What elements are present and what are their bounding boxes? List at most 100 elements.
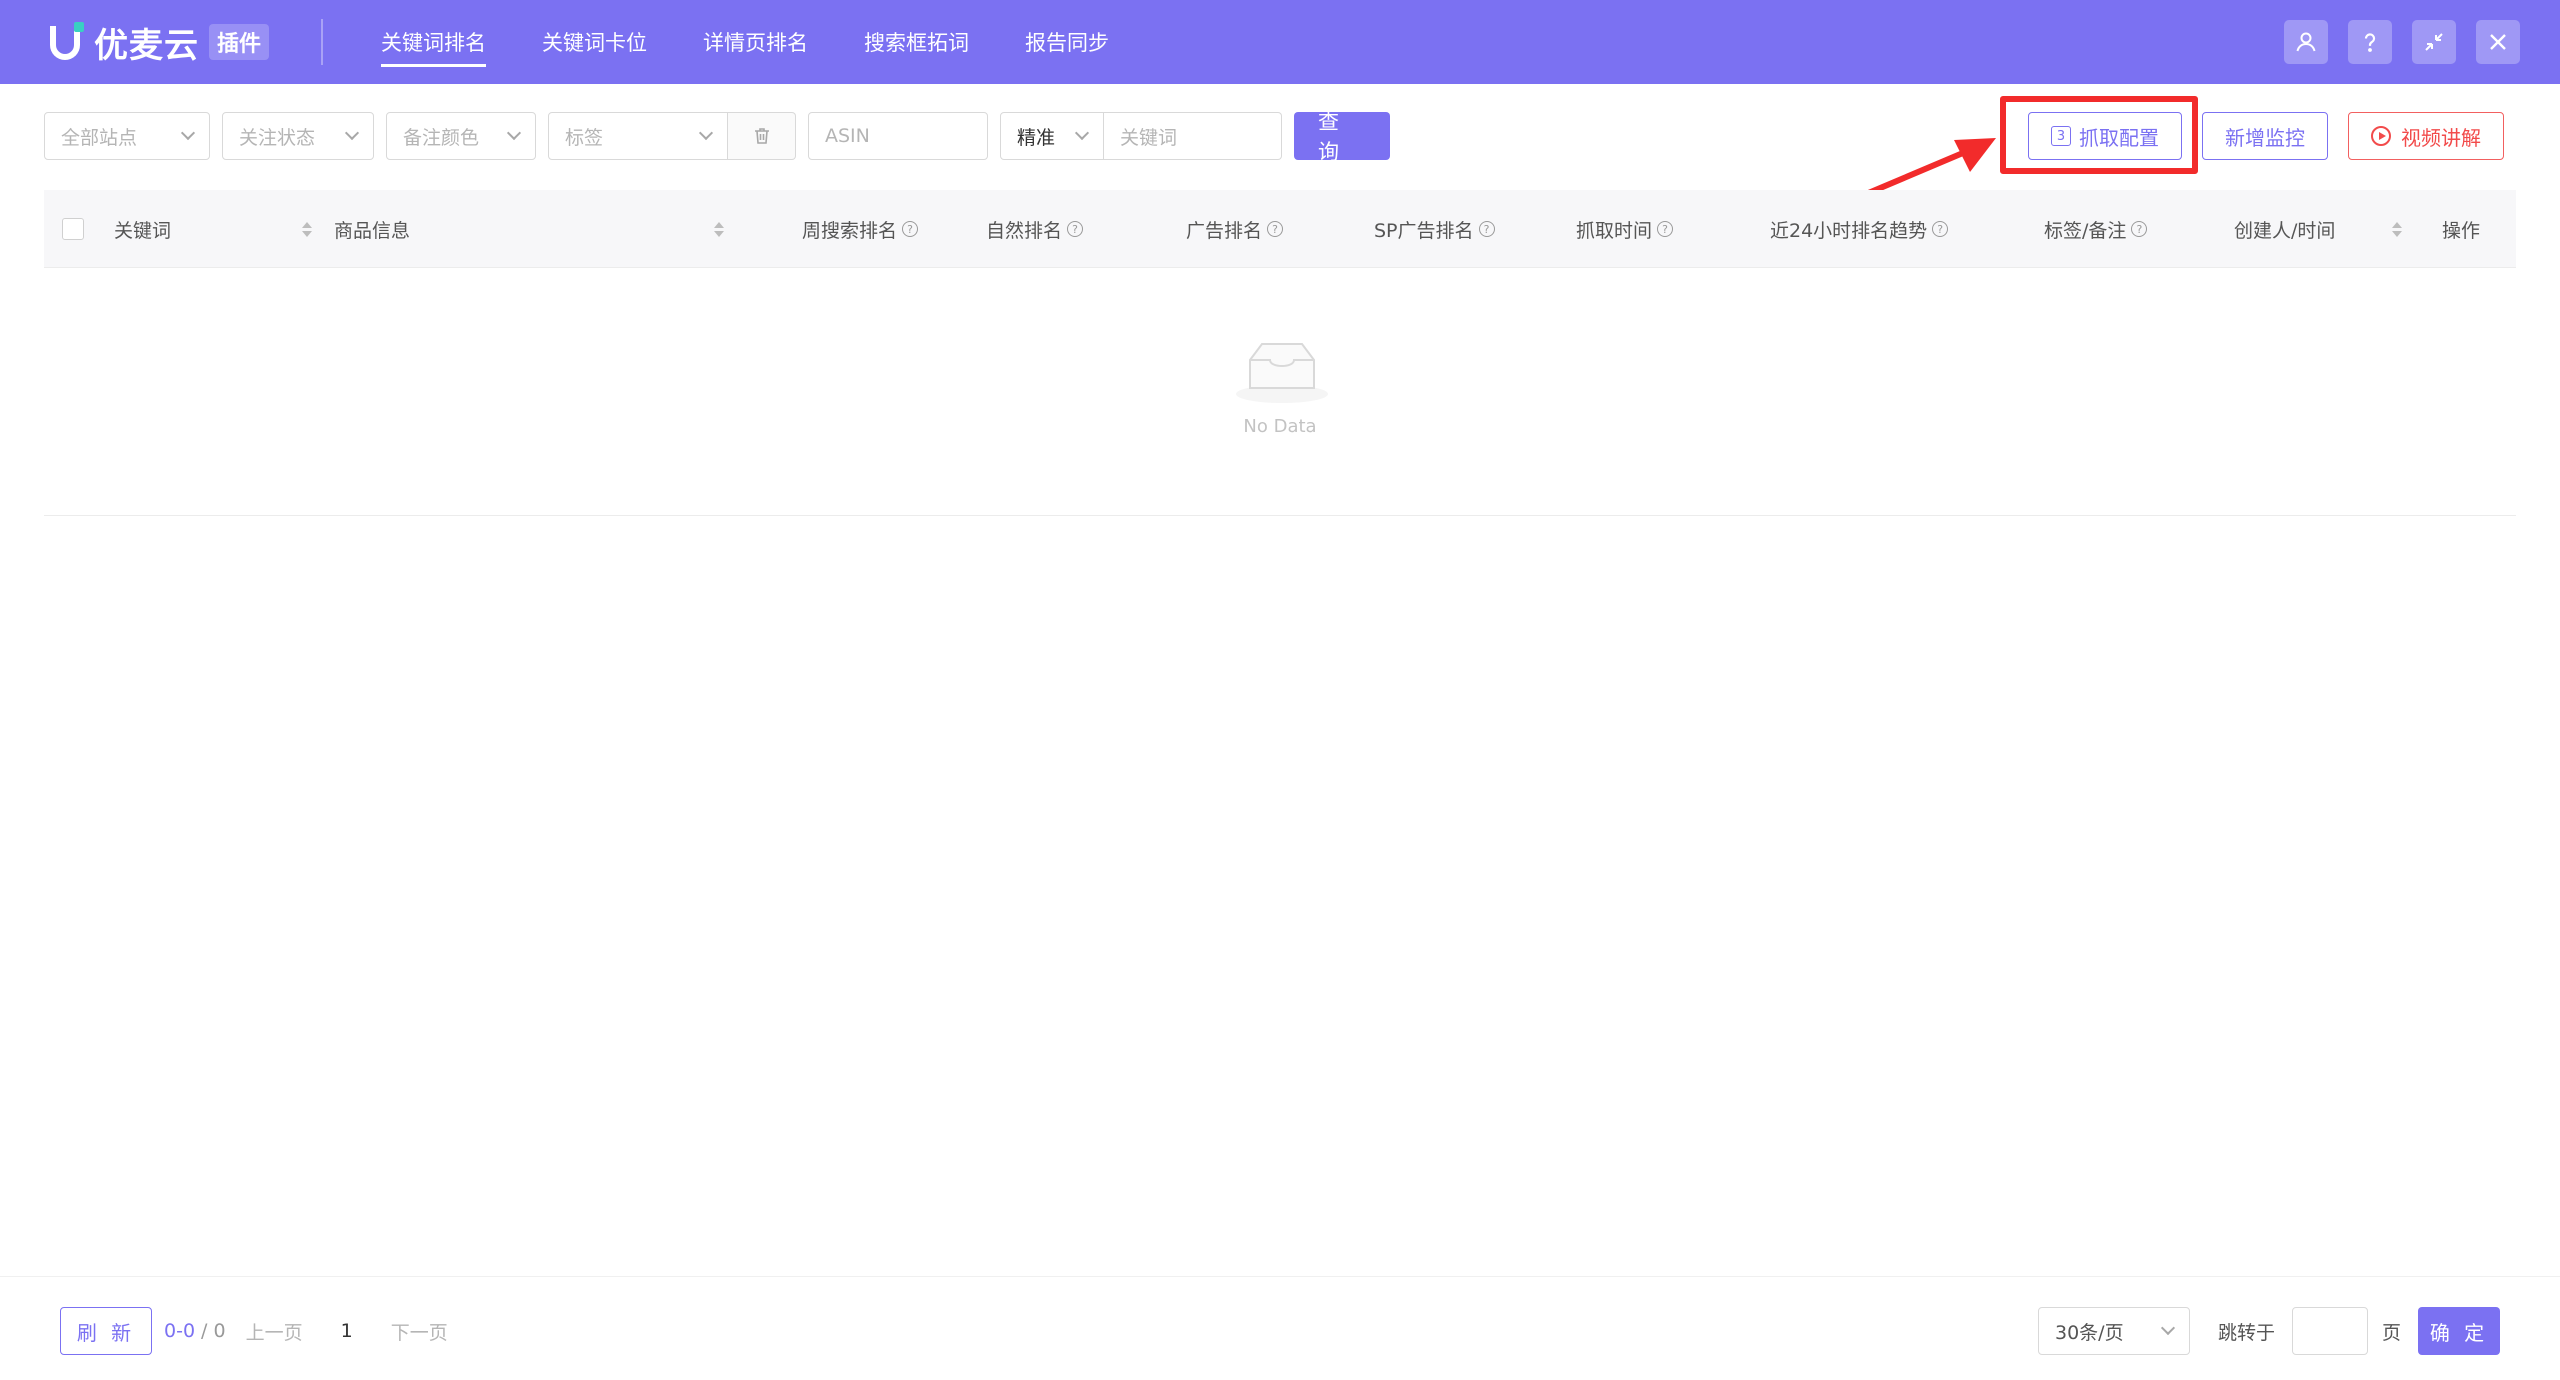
col-ad-rank-label: 广告排名 (1186, 219, 1263, 242)
follow-status-select[interactable]: 关注状态 (222, 112, 374, 160)
filter-toolbar: 全部站点 关注状态 备注颜色 标签 ASIN 精准 关键词 查 询 (44, 110, 1390, 164)
chevron-down-icon (698, 125, 714, 141)
col-tags-notes-label: 标签/备注 (2044, 219, 2127, 242)
sort-creator-icon[interactable] (2382, 190, 2402, 268)
empty-state: No Data (44, 268, 2516, 516)
col-crawl-time-label: 抓取时间 (1576, 219, 1653, 242)
col-trend-24h-label: 近24小时排名趋势 (1770, 219, 1928, 242)
table-header: 关键词 商品信息 周搜索排名? 自然排名? 广告排名? SP广告排名? 抓取时间… (44, 190, 2516, 268)
col-ops-label: 操作 (2442, 219, 2481, 242)
match-mode-value: 精准 (1017, 126, 1056, 149)
col-ad-rank: 广告排名? (1186, 190, 1284, 268)
col-creator-time[interactable]: 创建人/时间 (2234, 190, 2335, 268)
pager: 0-0 / 0 上一页 1 下一页 (164, 1307, 448, 1355)
page-size-select[interactable]: 30条/页 (2038, 1307, 2190, 1355)
col-creator-time-label: 创建人/时间 (2234, 219, 2336, 242)
help-icon[interactable]: ? (1932, 221, 1949, 237)
col-sp-ad-rank: SP广告排名? (1374, 190, 1495, 268)
keyword-search-combo: 精准 关键词 (1000, 112, 1282, 160)
help-icon[interactable] (2348, 20, 2392, 64)
col-weekly-rank: 周搜索排名? (802, 190, 919, 268)
header-icons (2284, 20, 2520, 64)
next-page-button[interactable]: 下一页 (391, 1318, 448, 1345)
help-icon[interactable]: ? (2131, 221, 2148, 237)
col-crawl-time: 抓取时间? (1576, 190, 1674, 268)
help-icon[interactable]: ? (1657, 221, 1674, 237)
page-total: / 0 (201, 1320, 226, 1342)
chevron-down-icon (344, 125, 360, 141)
play-icon (2371, 126, 2391, 146)
query-button[interactable]: 查 询 (1294, 110, 1390, 164)
col-weekly-rank-label: 周搜索排名 (802, 219, 898, 242)
user-icon[interactable] (2284, 20, 2328, 64)
col-ops: 操作 (2442, 190, 2480, 268)
tag-select-value: 标签 (565, 126, 604, 149)
help-icon[interactable]: ? (902, 221, 919, 237)
keyword-input[interactable]: 关键词 (1104, 112, 1282, 160)
asin-placeholder: ASIN (825, 125, 870, 147)
nav-detail-ranking[interactable]: 详情页排名 (703, 21, 808, 63)
trash-icon (754, 128, 769, 144)
col-tags-notes: 标签/备注? (2044, 190, 2148, 268)
col-product[interactable]: 商品信息 (334, 190, 410, 268)
current-page[interactable]: 1 (341, 1320, 353, 1342)
tag-select[interactable]: 标签 (548, 112, 728, 160)
crawl-config-button[interactable]: 3 抓取配置 (2028, 112, 2182, 160)
jump-unit: 页 (2382, 1321, 2402, 1344)
pagination-footer: 刷 新 0-0 / 0 上一页 1 下一页 30条/页 跳转于 页 确 定 (0, 1276, 2560, 1380)
empty-text: No Data (1243, 416, 1317, 437)
col-keyword[interactable]: 关键词 (114, 190, 171, 268)
empty-inbox-icon (1236, 343, 1328, 403)
chevron-down-icon (1074, 125, 1090, 141)
page-range: 0-0 (164, 1320, 196, 1342)
note-color-select[interactable]: 备注颜色 (386, 112, 536, 160)
col-natural-rank: 自然排名? (986, 190, 1084, 268)
logo-icon (50, 22, 84, 62)
header-divider (321, 19, 324, 65)
help-icon[interactable]: ? (1067, 221, 1084, 237)
help-icon[interactable]: ? (1267, 221, 1284, 237)
col-trend-24h: 近24小时排名趋势? (1770, 190, 1949, 268)
chevron-down-icon (180, 125, 196, 141)
help-icon[interactable]: ? (1478, 221, 1495, 237)
logo: 优麦云 插件 (50, 0, 270, 84)
logo-badge: 插件 (209, 24, 270, 60)
minimize-icon[interactable] (2412, 20, 2456, 64)
site-select-value: 全部站点 (61, 126, 138, 149)
keyword-placeholder: 关键词 (1120, 126, 1178, 149)
site-select[interactable]: 全部站点 (44, 112, 210, 160)
app-header: 优麦云 插件 关键词排名 关键词卡位 详情页排名 搜索框拓词 报告同步 (0, 0, 2560, 84)
page-size-value: 30条/页 (2055, 1321, 2124, 1344)
refresh-button[interactable]: 刷 新 (60, 1307, 152, 1355)
note-color-value: 备注颜色 (403, 126, 480, 149)
tag-filter: 标签 (548, 112, 796, 160)
nav-report-sync[interactable]: 报告同步 (1025, 21, 1109, 63)
logo-text: 优麦云 (94, 25, 199, 66)
clear-tag-button[interactable] (728, 112, 796, 160)
add-monitor-button[interactable]: 新增监控 (2202, 112, 2328, 160)
match-mode-select[interactable]: 精准 (1000, 112, 1104, 160)
nav-keyword-position[interactable]: 关键词卡位 (542, 21, 647, 63)
follow-status-value: 关注状态 (239, 126, 316, 149)
chevron-down-icon (2160, 1320, 2176, 1336)
nav-keyword-ranking[interactable]: 关键词排名 (381, 21, 487, 67)
crawl-config-label: 抓取配置 (2079, 125, 2159, 150)
sort-keyword-icon[interactable] (292, 190, 312, 268)
jump-page-input[interactable] (2292, 1307, 2368, 1355)
video-guide-button[interactable]: 视频讲解 (2348, 112, 2504, 160)
select-all-checkbox[interactable] (62, 190, 84, 268)
close-icon[interactable] (2476, 20, 2520, 64)
prev-page-button[interactable]: 上一页 (246, 1318, 303, 1345)
right-actions: 3 抓取配置 新增监控 视频讲解 (2028, 112, 2504, 160)
col-sp-ad-rank-label: SP广告排名 (1374, 219, 1474, 242)
number-badge-icon: 3 (2051, 126, 2071, 146)
col-product-label: 商品信息 (334, 219, 411, 242)
asin-input[interactable]: ASIN (808, 112, 988, 160)
col-natural-rank-label: 自然排名 (986, 219, 1063, 242)
confirm-button[interactable]: 确 定 (2418, 1307, 2500, 1355)
jump-label: 跳转于 (2218, 1321, 2276, 1344)
nav-search-expand[interactable]: 搜索框拓词 (864, 21, 969, 63)
sort-product-icon[interactable] (704, 190, 724, 268)
chevron-down-icon (506, 125, 522, 141)
main-nav: 关键词排名 关键词卡位 详情页排名 搜索框拓词 报告同步 (381, 0, 1165, 84)
